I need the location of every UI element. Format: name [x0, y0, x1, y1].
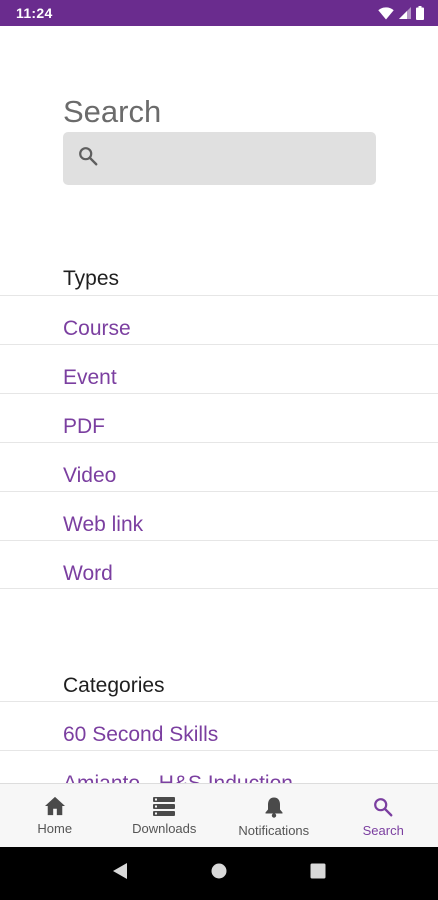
page-title: Search [63, 94, 162, 129]
nav-notifications[interactable]: Notifications [219, 784, 329, 847]
list-item-label: Web link [63, 513, 144, 536]
home-circle-icon[interactable] [211, 863, 227, 884]
list-item-label: Course [63, 317, 131, 340]
search-page-content[interactable]: Search Types Course Event PDF Video Web … [0, 26, 438, 783]
nav-downloads[interactable]: Downloads [110, 784, 220, 847]
list-item-label: Amianto - H&S Induction [63, 772, 293, 783]
signal-icon [399, 7, 411, 19]
type-item-event[interactable]: Event [0, 344, 438, 393]
search-input[interactable] [109, 138, 369, 179]
status-bar: 11:24 [0, 0, 438, 26]
nav-search-label: Search [362, 823, 404, 838]
system-nav-bar [0, 847, 438, 900]
type-item-pdf[interactable]: PDF [0, 393, 438, 442]
list-item-label: Word [63, 562, 113, 585]
categories-heading: Categories [63, 674, 165, 697]
type-item-video[interactable]: Video [0, 442, 438, 491]
nav-home-label: Home [37, 821, 73, 836]
list-item-label: 60 Second Skills [63, 723, 219, 746]
status-icons [378, 6, 424, 20]
nav-home[interactable]: Home [0, 784, 110, 847]
recents-square-icon[interactable] [310, 863, 326, 884]
categories-list: 60 Second Skills Amianto - H&S Induction [0, 701, 438, 783]
category-item-60-second-skills[interactable]: 60 Second Skills [0, 701, 438, 750]
list-item-label: Event [63, 366, 117, 389]
battery-icon [416, 6, 424, 20]
nav-downloads-label: Downloads [132, 821, 197, 836]
category-item-amianto[interactable]: Amianto - H&S Induction [0, 750, 438, 783]
type-item-word[interactable]: Word [0, 540, 438, 589]
bell-icon [264, 796, 284, 818]
status-time: 11:24 [16, 5, 53, 21]
bottom-nav: Home Downloads Notifications Search [0, 783, 438, 847]
types-heading: Types [63, 267, 120, 290]
type-item-course[interactable]: Course [0, 295, 438, 344]
type-item-web-link[interactable]: Web link [0, 491, 438, 540]
list-item-label: PDF [63, 415, 105, 438]
search-icon [77, 145, 99, 172]
search-icon [372, 796, 394, 818]
downloads-icon [152, 796, 176, 816]
types-list: Course Event PDF Video Web link Word [0, 295, 438, 589]
home-icon [44, 796, 66, 816]
list-item-label: Video [63, 464, 117, 487]
nav-search[interactable]: Search [329, 784, 438, 847]
search-box[interactable] [63, 132, 376, 185]
nav-notifications-label: Notifications [238, 823, 310, 838]
back-icon[interactable] [112, 862, 128, 885]
wifi-icon [378, 6, 394, 20]
